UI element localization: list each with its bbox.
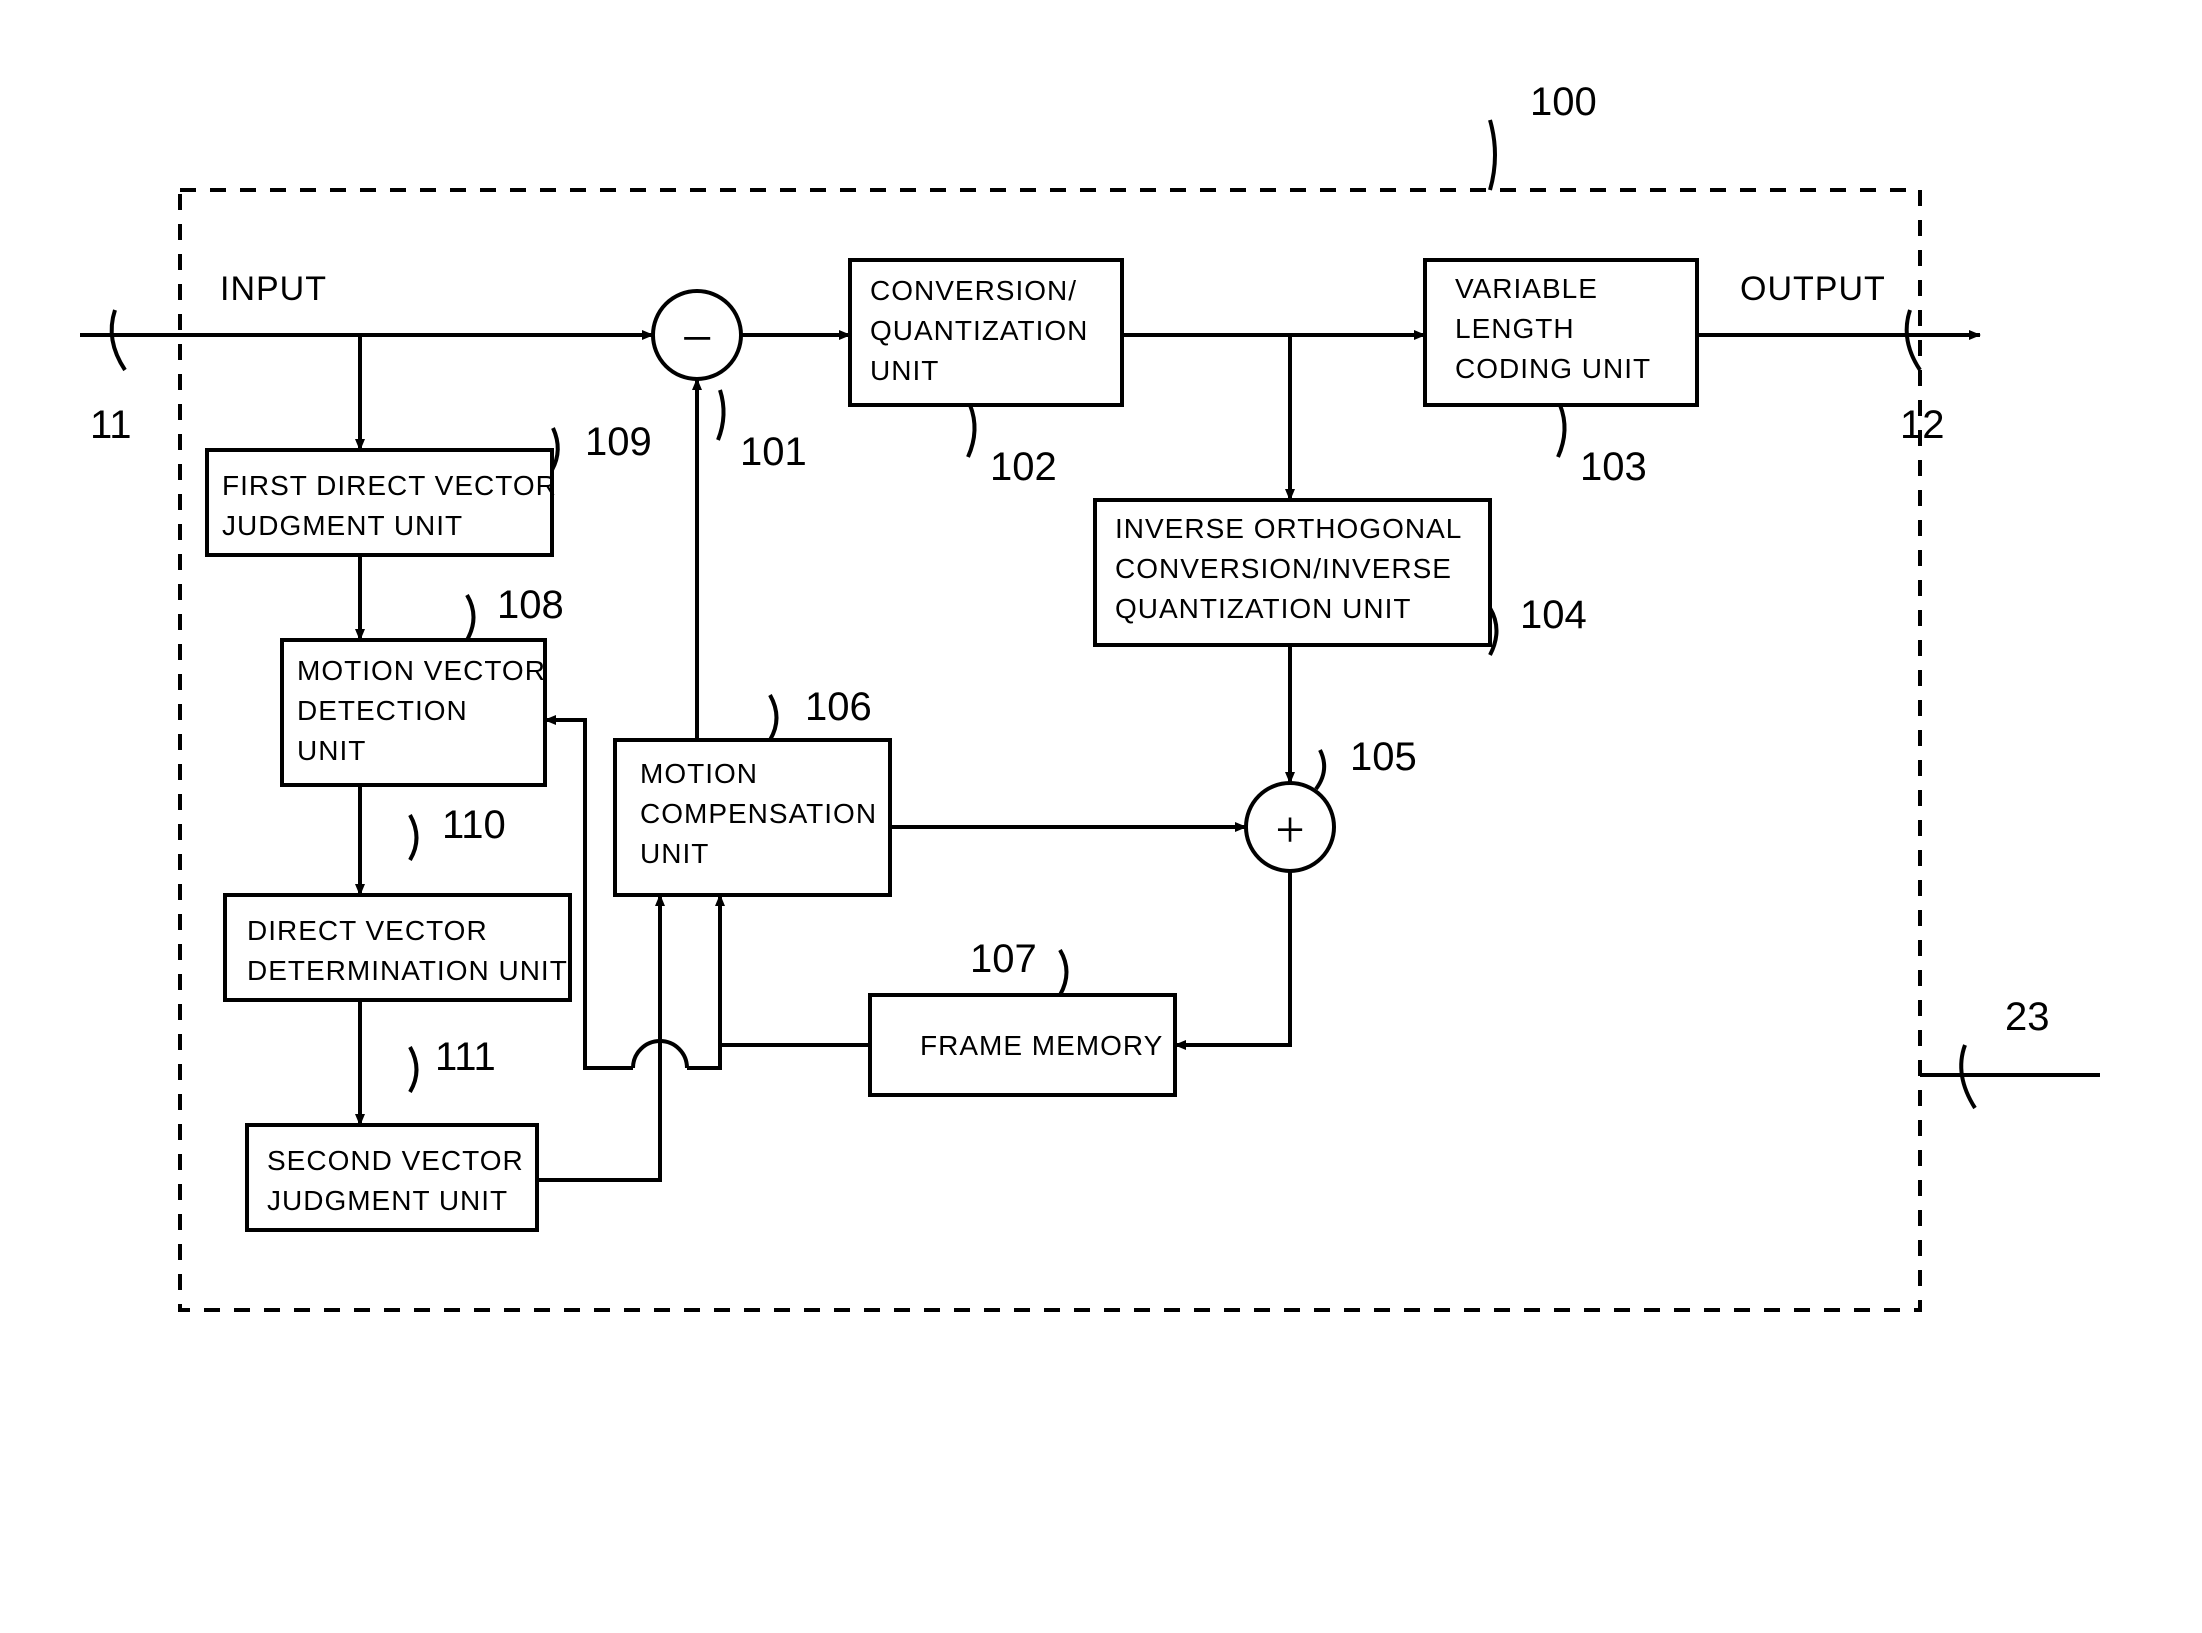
b104-l3: QUANTIZATION UNIT xyxy=(1115,593,1411,624)
b111-l2: JUDGMENT UNIT xyxy=(267,1185,508,1216)
ref-106: 106 xyxy=(805,685,872,729)
ref-101: 101 xyxy=(740,430,807,474)
ref-11: 11 xyxy=(90,403,132,447)
b108-l3: UNIT xyxy=(297,735,366,766)
ref-110: 110 xyxy=(442,803,506,847)
b108-l2: DETECTION xyxy=(297,695,468,726)
ref-23: 23 xyxy=(2005,995,2050,1039)
b104-l2: CONVERSION/INVERSE xyxy=(1115,553,1452,584)
b102-l3: UNIT xyxy=(870,355,939,386)
block-diagram: 100 CONVERSION/ QUANTIZATION UNIT VARIAB… xyxy=(0,0,2202,1633)
b103-l1: VARIABLE xyxy=(1455,273,1598,304)
b106-l2: COMPENSATION xyxy=(640,798,877,829)
ref-107: 107 xyxy=(970,937,1037,981)
output-label: OUTPUT xyxy=(1740,270,1886,308)
b106-l1: MOTION xyxy=(640,758,758,789)
input-label: INPUT xyxy=(220,270,327,308)
plus-icon: + xyxy=(1275,802,1304,859)
b103-l2: LENGTH xyxy=(1455,313,1575,344)
b111-l1: SECOND VECTOR xyxy=(267,1145,524,1176)
b107-l1: FRAME MEMORY xyxy=(920,1030,1163,1061)
b110-l1: DIRECT VECTOR xyxy=(247,915,488,946)
ref-105: 105 xyxy=(1350,735,1417,779)
b109-l1: FIRST DIRECT VECTOR xyxy=(222,470,557,501)
ref-100: 100 xyxy=(1530,80,1597,124)
b106-l3: UNIT xyxy=(640,838,709,869)
ref-111: 111 xyxy=(435,1035,496,1079)
ref-104: 104 xyxy=(1520,593,1587,637)
b104-l1: INVERSE ORTHOGONAL xyxy=(1115,513,1462,544)
b109-l2: JUDGMENT UNIT xyxy=(222,510,463,541)
ref-108: 108 xyxy=(497,583,564,627)
ref-103: 103 xyxy=(1580,445,1647,489)
b102-l2: QUANTIZATION xyxy=(870,315,1088,346)
b110-l2: DETERMINATION UNIT xyxy=(247,955,568,986)
ref-109: 109 xyxy=(585,420,652,464)
b102-l1: CONVERSION/ xyxy=(870,275,1077,306)
ref-12: 12 xyxy=(1900,403,1945,447)
b103-l3: CODING UNIT xyxy=(1455,353,1651,384)
b108-l1: MOTION VECTOR xyxy=(297,655,546,686)
minus-icon: − xyxy=(681,308,713,370)
ref-102: 102 xyxy=(990,445,1057,489)
